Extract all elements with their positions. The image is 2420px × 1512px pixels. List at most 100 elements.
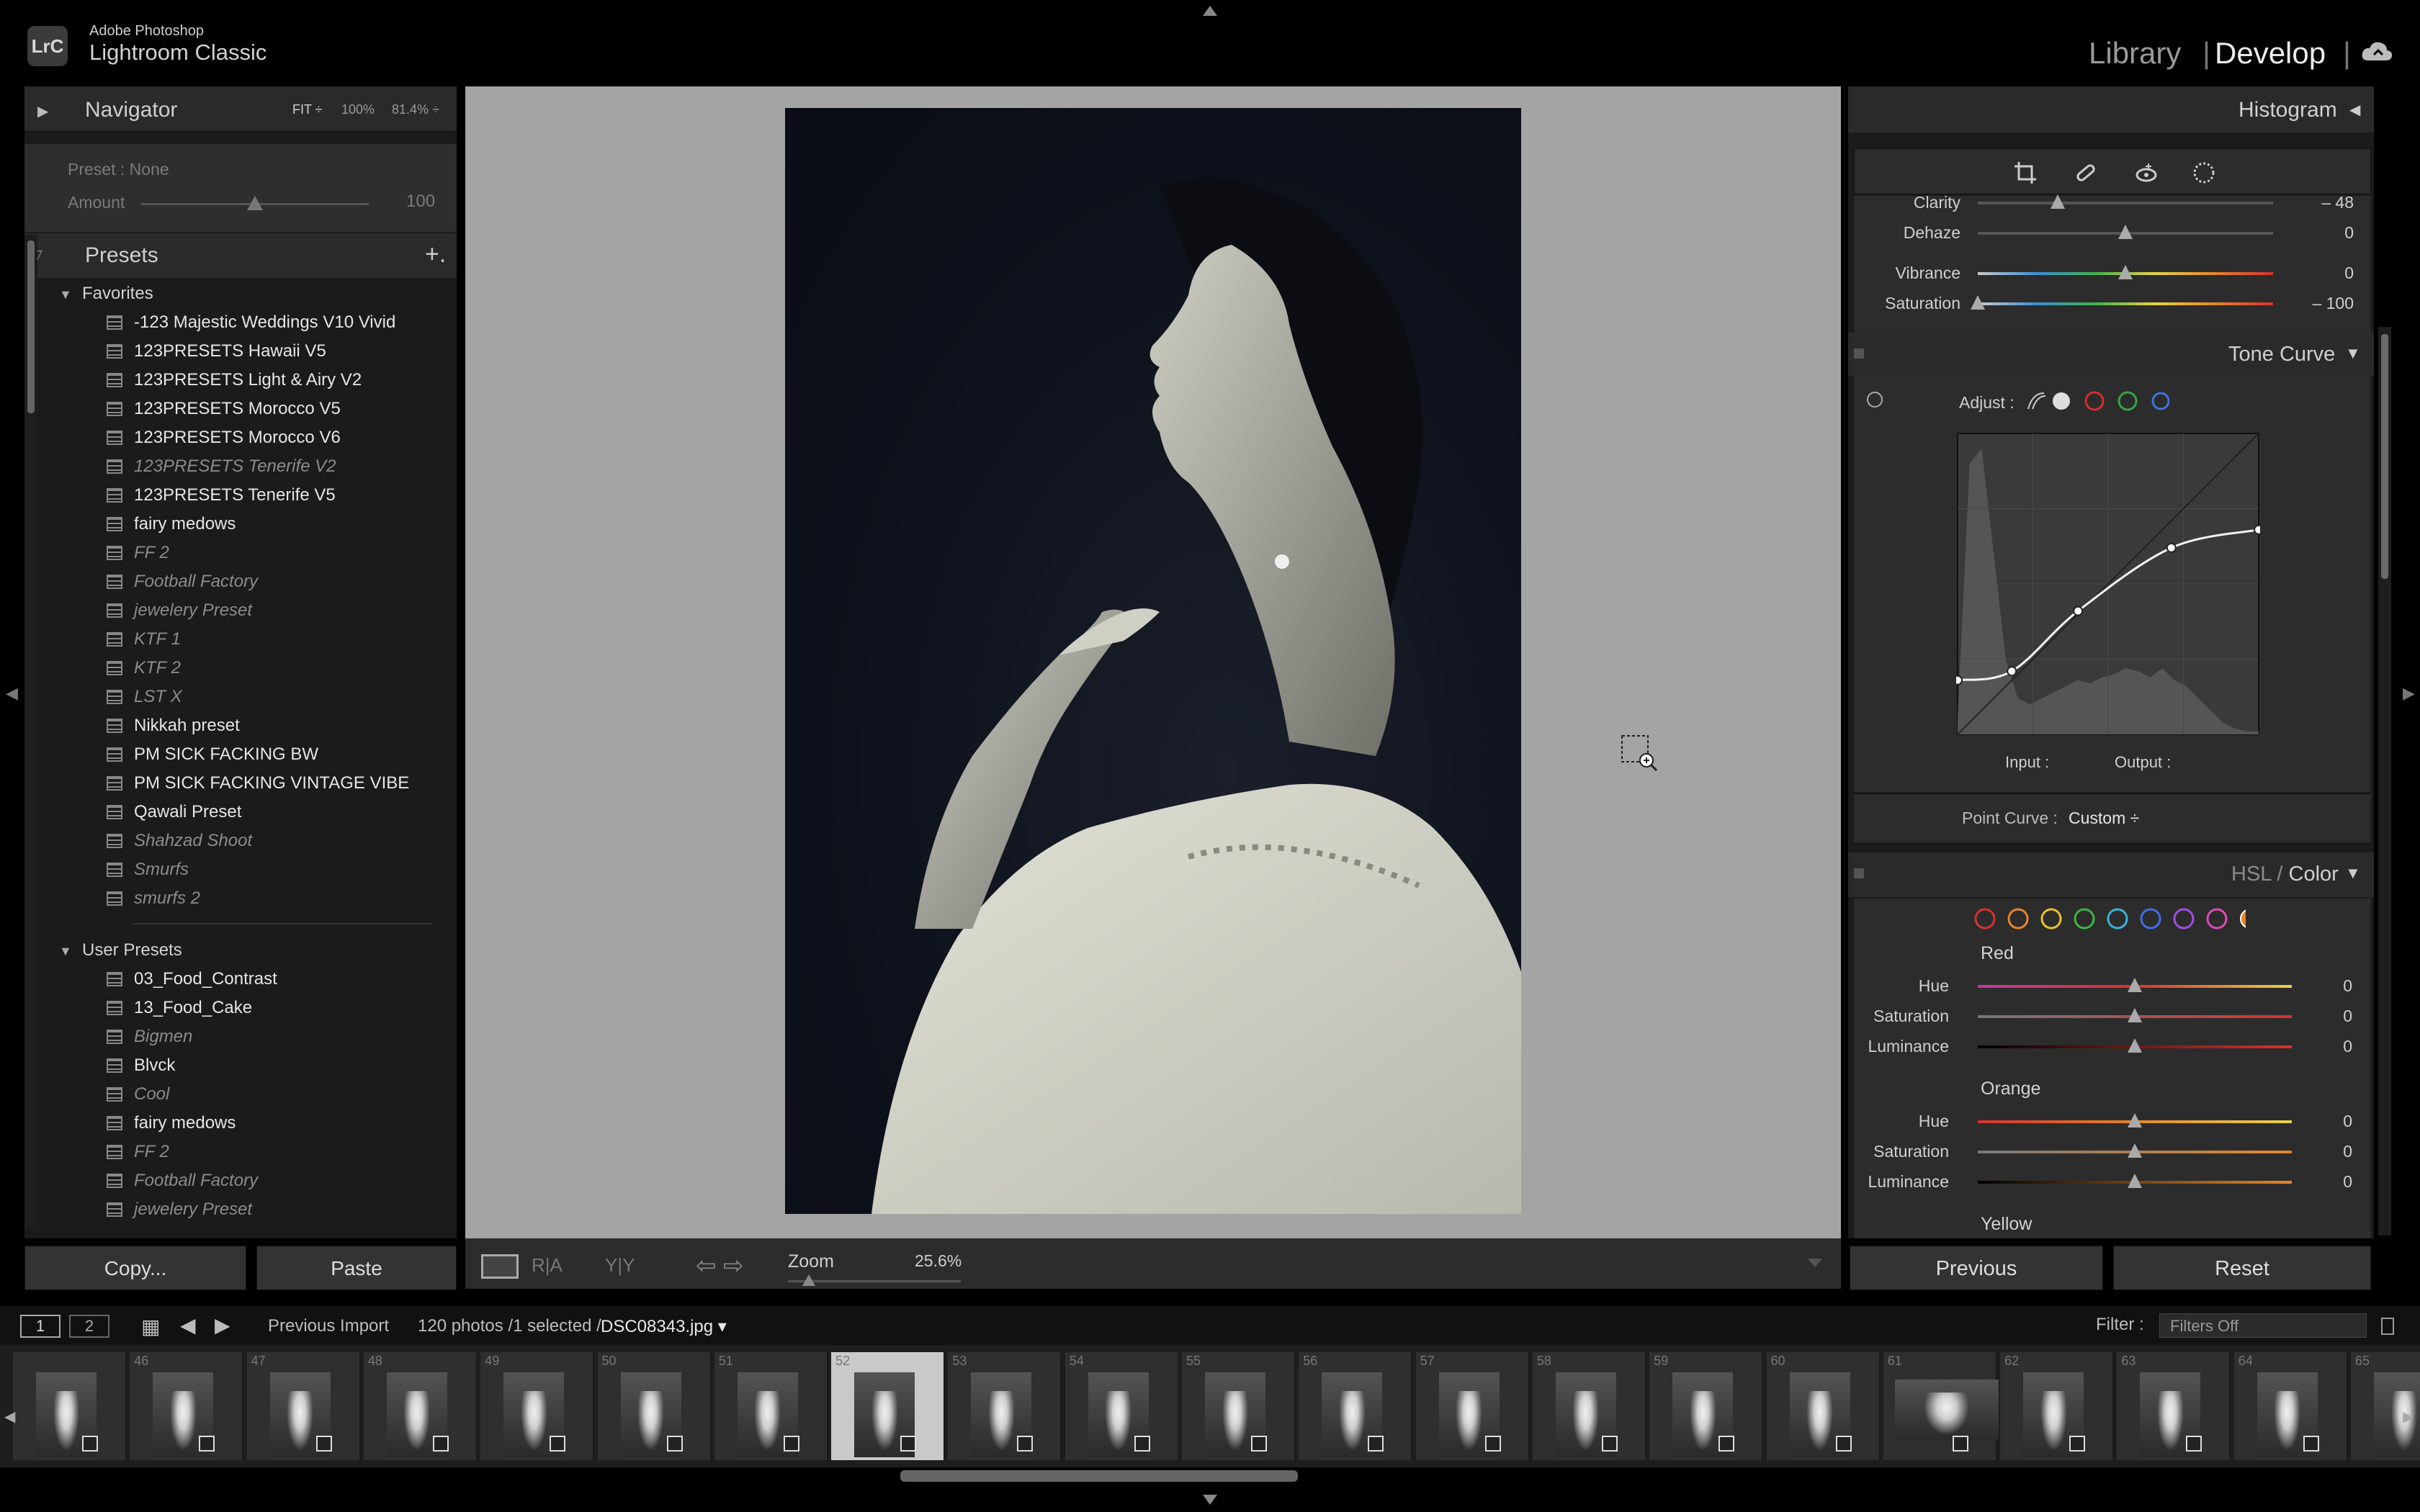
panel-switch-icon[interactable] xyxy=(1854,348,1864,359)
tone-curve-graph[interactable] xyxy=(1956,432,2260,736)
before-after-tb-button[interactable]: Y|Y xyxy=(605,1254,655,1280)
slider-track[interactable] xyxy=(1978,202,2273,204)
preset-item[interactable]: fairy medows xyxy=(107,514,236,540)
masking-icon[interactable] xyxy=(2192,161,2216,185)
toolbar-menu-icon[interactable] xyxy=(1808,1259,1822,1267)
filmstrip-thumbnail[interactable]: 60 xyxy=(1766,1352,1881,1460)
filmstrip-filename[interactable]: DSC08343.jpg ▾ xyxy=(601,1316,727,1337)
slider-thumb[interactable] xyxy=(2128,1143,2142,1158)
preset-item[interactable]: FF 2 xyxy=(107,1142,169,1168)
slider-red-saturation[interactable]: Saturation 0 xyxy=(1854,1004,2371,1030)
preset-item[interactable]: 123PRESETS Tenerife V5 xyxy=(107,485,336,511)
targeted-adjustment-icon[interactable] xyxy=(1867,392,1883,408)
slider-orange-saturation[interactable]: Saturation 0 xyxy=(1854,1139,2371,1165)
slider-value[interactable]: 0 xyxy=(2343,1037,2352,1056)
filmstrip-thumbnail[interactable]: 51 xyxy=(714,1352,828,1460)
slider-thumb[interactable] xyxy=(2128,1008,2142,1022)
slider-thumb[interactable] xyxy=(2128,1174,2142,1188)
filter-select[interactable]: Filters Off xyxy=(2159,1313,2367,1338)
preset-item[interactable]: Bigmen xyxy=(107,1027,192,1053)
forward-arrow-icon[interactable]: ▶ xyxy=(215,1313,230,1337)
filmstrip-thumbnail[interactable]: 59 xyxy=(1649,1352,1764,1460)
zoom-slider-thumb[interactable] xyxy=(802,1274,815,1286)
filter-lock-icon[interactable] xyxy=(2381,1318,2394,1335)
filmstrip-scrollbar[interactable] xyxy=(900,1470,1298,1482)
right-scrollbar[interactable] xyxy=(2378,327,2391,1236)
main-photo[interactable] xyxy=(785,108,1521,1214)
preset-item[interactable]: Smurfs xyxy=(107,860,189,886)
filmstrip-right-icon[interactable]: ▶ xyxy=(2403,1408,2414,1426)
filmstrip-thumbnail[interactable]: 63 xyxy=(2117,1352,2231,1460)
slider-value[interactable]: 0 xyxy=(2343,1172,2352,1192)
slider-thumb[interactable] xyxy=(2050,194,2065,209)
preset-item[interactable]: Shahzad Shoot xyxy=(107,831,252,857)
slider-value[interactable]: – 48 xyxy=(2321,193,2354,212)
color-swatch-row[interactable] xyxy=(1972,906,2246,932)
preset-item[interactable]: Nikkah preset xyxy=(107,716,240,742)
filmstrip-left-icon[interactable]: ◀ xyxy=(4,1408,15,1426)
preset-group-user[interactable]: ▼ User Presets xyxy=(59,940,182,960)
right-panel-toggle-icon[interactable]: ▶ xyxy=(2403,684,2415,703)
filmstrip-thumbnail[interactable]: 50 xyxy=(597,1352,712,1460)
slider-vibrance[interactable]: Vibrance 0 xyxy=(1854,261,2371,287)
slider-track[interactable] xyxy=(1978,302,2273,305)
filmstrip-thumbnail[interactable]: 65 xyxy=(2351,1352,2420,1460)
filmstrip-thumbnail[interactable]: 48 xyxy=(363,1352,478,1460)
preset-item[interactable]: KTF 2 xyxy=(107,658,181,684)
slider-thumb[interactable] xyxy=(1971,295,1985,310)
hsl-tab[interactable]: HSL xyxy=(2231,863,2271,886)
filmstrip-thumbnail[interactable]: 56 xyxy=(1299,1352,1413,1460)
slider-thumb[interactable] xyxy=(2118,265,2133,279)
back-arrow-icon[interactable]: ◀ xyxy=(180,1313,196,1337)
amount-slider-thumb[interactable] xyxy=(247,196,263,210)
filmstrip-thumbnail[interactable]: 58 xyxy=(1532,1352,1646,1460)
scrollbar-thumb[interactable] xyxy=(2381,334,2388,579)
copy-button[interactable]: Copy... xyxy=(24,1246,246,1290)
slider-orange-luminance[interactable]: Luminance 0 xyxy=(1854,1169,2371,1195)
secondary-display-button[interactable]: 2 xyxy=(69,1315,109,1338)
preset-item[interactable]: Cool xyxy=(107,1084,169,1110)
hsl-header[interactable]: HSL / Color ▼ xyxy=(1848,852,2374,897)
scrollbar-thumb[interactable] xyxy=(27,240,35,413)
slider-value[interactable]: 0 xyxy=(2343,1142,2352,1161)
slider-value[interactable]: 0 xyxy=(2343,1007,2352,1026)
preset-item[interactable]: 123PRESETS Morocco V6 xyxy=(107,428,341,454)
module-library[interactable]: Library xyxy=(2089,36,2181,71)
preset-item[interactable]: FF 2 xyxy=(107,543,169,569)
add-preset-button[interactable]: +. xyxy=(425,240,446,269)
filmstrip-thumbnail[interactable]: 61 xyxy=(1883,1352,1999,1460)
reset-button[interactable]: Reset xyxy=(2113,1246,2371,1290)
slider-clarity[interactable]: Clarity – 48 xyxy=(1854,190,2371,216)
slider-value[interactable]: 0 xyxy=(2344,223,2354,243)
tone-curve-header[interactable]: Tone Curve ▼ xyxy=(1848,333,2374,376)
color-tab[interactable]: Color xyxy=(2289,863,2339,886)
preset-item[interactable]: KTF 1 xyxy=(107,629,181,655)
preset-item[interactable]: 03_Food_Contrast xyxy=(107,969,277,995)
filmstrip-thumbnail[interactable]: 62 xyxy=(2000,1352,2115,1460)
preset-item[interactable]: jewelery Preset xyxy=(107,600,252,626)
crop-icon[interactable] xyxy=(2013,161,2038,185)
slider-thumb[interactable] xyxy=(2128,1038,2142,1053)
zoom-fit[interactable]: FIT ÷ xyxy=(292,102,323,117)
filmstrip-thumbnail[interactable]: 55 xyxy=(1182,1352,1296,1460)
preset-item[interactable]: 13_Food_Cake xyxy=(107,998,252,1024)
loupe-view-button[interactable] xyxy=(481,1254,519,1279)
slider-value[interactable]: 0 xyxy=(2344,264,2354,283)
primary-display-button[interactable]: 1 xyxy=(20,1315,60,1338)
slider-red-luminance[interactable]: Luminance 0 xyxy=(1854,1034,2371,1060)
point-curve-select[interactable]: Custom ÷ xyxy=(2069,809,2139,828)
preset-item[interactable]: PM SICK FACKING VINTAGE VIBE xyxy=(107,773,409,799)
presets-header[interactable]: ▽ Presets +. xyxy=(24,233,457,278)
slider-saturation[interactable]: Saturation – 100 xyxy=(1854,291,2371,317)
previous-button[interactable]: Previous xyxy=(1850,1246,2103,1290)
preset-item[interactable]: jewelery Preset xyxy=(107,1200,252,1225)
preset-item[interactable]: Football Factory xyxy=(107,572,258,598)
left-panel-toggle-icon[interactable]: ◀ xyxy=(6,684,18,703)
slider-value[interactable]: – 100 xyxy=(2312,294,2354,313)
preset-item[interactable]: 123PRESETS Morocco V5 xyxy=(107,399,341,425)
before-after-lr-button[interactable]: R|A xyxy=(532,1254,582,1280)
preset-group-favorites[interactable]: ▼ Favorites xyxy=(59,284,153,304)
healing-icon[interactable] xyxy=(2074,161,2098,185)
navigator-header[interactable]: ▶ Navigator FIT ÷ 100% 81.4% ÷ xyxy=(24,86,457,132)
filmstrip-thumbnail[interactable]: 54 xyxy=(1065,1352,1179,1460)
